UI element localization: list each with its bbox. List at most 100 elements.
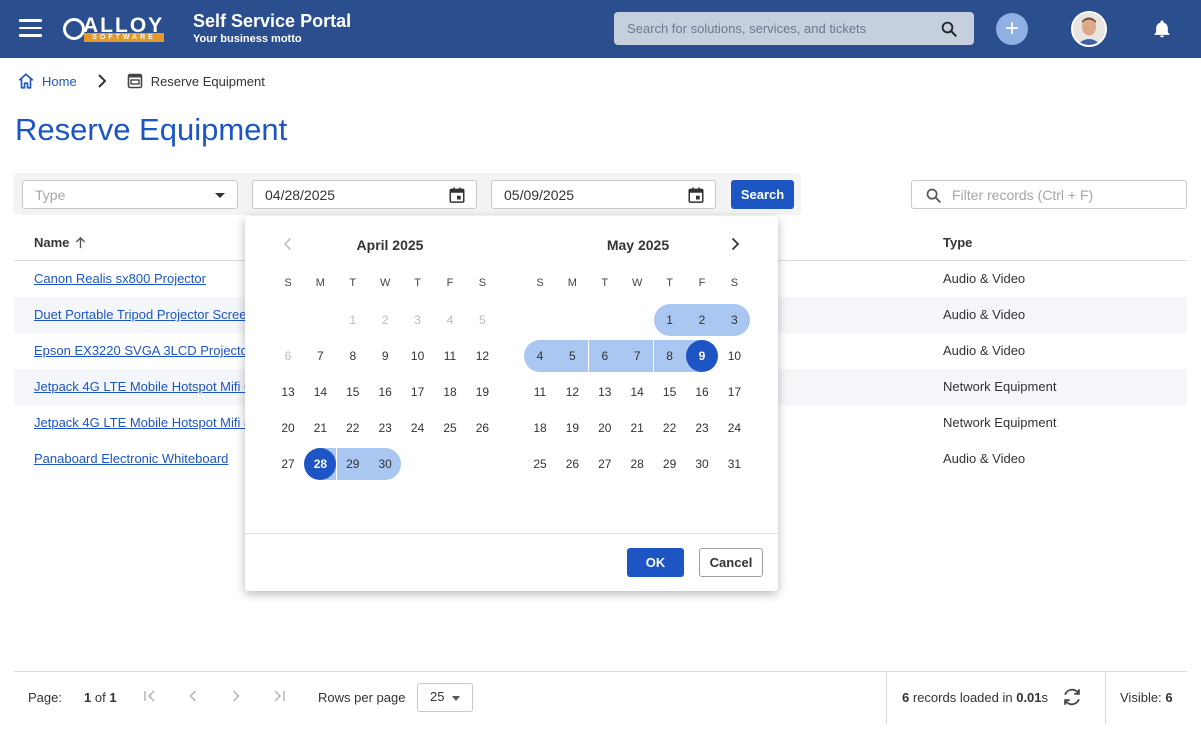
home-icon[interactable] (17, 72, 35, 90)
calendar-day[interactable]: 26 (556, 448, 588, 480)
calendar-day[interactable]: 12 (556, 376, 588, 408)
calendar-icon[interactable] (687, 186, 705, 204)
calendar-day[interactable]: 5 (556, 340, 589, 372)
calendar-day[interactable]: 24 (402, 412, 434, 444)
alloy-logo[interactable]: ALLOY SOFTWARE (63, 14, 165, 44)
calendar-day[interactable]: 23 (369, 412, 401, 444)
refresh-icon[interactable] (1061, 686, 1083, 708)
bell-icon[interactable] (1152, 19, 1172, 39)
previous-page-icon[interactable] (185, 688, 201, 704)
calendar-day[interactable]: 28 (304, 448, 337, 480)
calendar-day[interactable]: 1 (653, 304, 686, 336)
calendar-day[interactable]: 17 (718, 376, 750, 408)
first-page-icon[interactable] (142, 688, 158, 704)
calendar-day[interactable]: 23 (686, 412, 718, 444)
calendar-day[interactable]: 19 (556, 412, 588, 444)
calendar-day[interactable]: 7 (304, 340, 336, 372)
start-date-input[interactable]: 04/28/2025 (252, 180, 477, 209)
calendar-day[interactable]: 11 (524, 376, 556, 408)
breadcrumb-home[interactable]: Home (42, 74, 77, 89)
page-of: of (94, 690, 106, 705)
calendar-day[interactable]: 8 (653, 340, 686, 372)
avatar-image (1073, 13, 1105, 45)
calendar-day[interactable]: 21 (621, 412, 653, 444)
calendar-day: 6 (284, 349, 292, 363)
calendar-day[interactable]: 26 (466, 412, 498, 444)
weekday-header: W (631, 277, 643, 289)
calendar-day[interactable]: 10 (402, 340, 434, 372)
menu-icon[interactable] (19, 19, 42, 37)
next-page-icon[interactable] (228, 688, 244, 704)
column-header-type[interactable]: Type (943, 235, 972, 250)
calendar-day[interactable]: 15 (337, 376, 369, 408)
search-icon[interactable] (940, 20, 958, 38)
page-label: Page: (28, 690, 62, 705)
calendar-day[interactable]: 30 (686, 448, 718, 480)
calendar-day[interactable]: 27 (589, 448, 621, 480)
calendar-day[interactable]: 19 (466, 376, 498, 408)
calendar-day[interactable]: 16 (369, 376, 401, 408)
calendar-day[interactable]: 10 (718, 340, 750, 372)
cancel-button[interactable]: Cancel (699, 548, 763, 577)
caret-down-icon (452, 696, 460, 701)
last-page-icon[interactable] (271, 688, 287, 704)
chevron-right-icon[interactable] (727, 236, 743, 252)
portal-title: Self Service Portal (193, 11, 352, 31)
calendar-day[interactable]: 14 (304, 376, 336, 408)
calendar-day[interactable]: 12 (466, 340, 498, 372)
selected-day-marker: 28 (304, 448, 337, 480)
calendar-day[interactable]: 22 (337, 412, 369, 444)
calendar-day[interactable]: 29 (336, 448, 369, 480)
picker-divider (245, 533, 778, 534)
end-date-input[interactable]: 05/09/2025 (491, 180, 716, 209)
calendar-day[interactable]: 29 (654, 448, 686, 480)
calendar-day[interactable]: 13 (589, 376, 621, 408)
calendar-icon[interactable] (448, 186, 466, 204)
calendar-day[interactable]: 4 (524, 340, 556, 372)
calendar-day[interactable]: 25 (434, 412, 466, 444)
equipment-link[interactable]: Panaboard Electronic Whiteboard (34, 451, 228, 466)
calendar-day[interactable]: 3 (718, 304, 751, 336)
calendar-day[interactable]: 7 (621, 340, 654, 372)
calendar-day[interactable]: 24 (718, 412, 750, 444)
calendar-day[interactable]: 20 (589, 412, 621, 444)
calendar-day[interactable]: 18 (524, 412, 556, 444)
equipment-link[interactable]: Jetpack 4G LTE Mobile Hotspot Mifi 8800L (34, 415, 280, 430)
equipment-link[interactable]: Canon Realis sx800 Projector (34, 271, 206, 286)
calendar-day: 3 (414, 313, 421, 327)
calendar-day[interactable]: 6 (588, 340, 621, 372)
filter-records-input[interactable] (952, 181, 1177, 208)
equipment-link[interactable]: Jetpack 4G LTE Mobile Hotspot Mifi 6620L (34, 379, 280, 394)
calendar-day[interactable]: 27 (272, 448, 304, 480)
calendar-day[interactable]: 25 (524, 448, 556, 480)
equipment-link[interactable]: Duet Portable Tripod Projector Screen (34, 307, 254, 322)
calendar-day[interactable]: 13 (272, 376, 304, 408)
calendar-day[interactable]: 16 (686, 376, 718, 408)
calendar-day[interactable]: 9 (686, 340, 718, 372)
type-select[interactable]: Type (22, 180, 238, 209)
calendar-day[interactable]: 8 (337, 340, 369, 372)
rows-per-page-select[interactable]: 25 (417, 683, 473, 712)
calendar-day[interactable]: 9 (369, 340, 401, 372)
calendar-day[interactable]: 11 (434, 340, 466, 372)
calendar-day[interactable]: 18 (434, 376, 466, 408)
calendar-day[interactable]: 2 (686, 304, 718, 336)
search-button[interactable]: Search (731, 180, 794, 209)
ok-button[interactable]: OK (627, 548, 684, 577)
calendar-day[interactable]: 31 (718, 448, 750, 480)
calendar-day[interactable]: 20 (272, 412, 304, 444)
add-button[interactable]: + (996, 13, 1028, 45)
table-footer: Page: 1 of 1 Rows per page 25 6 records … (14, 671, 1187, 724)
calendar-day[interactable]: 15 (654, 376, 686, 408)
equipment-link[interactable]: Epson EX3220 SVGA 3LCD Projector (34, 343, 252, 358)
calendar-day[interactable]: 22 (654, 412, 686, 444)
avatar[interactable] (1071, 11, 1107, 47)
calendar-day[interactable]: 14 (621, 376, 653, 408)
column-header-name[interactable]: Name (34, 235, 87, 250)
calendar-day[interactable]: 28 (621, 448, 653, 480)
calendar-day[interactable]: 21 (304, 412, 336, 444)
calendar-day[interactable]: 17 (402, 376, 434, 408)
calendar-day[interactable]: 30 (369, 448, 402, 480)
sort-ascending-icon[interactable] (74, 236, 87, 249)
global-search-input[interactable] (614, 12, 934, 45)
